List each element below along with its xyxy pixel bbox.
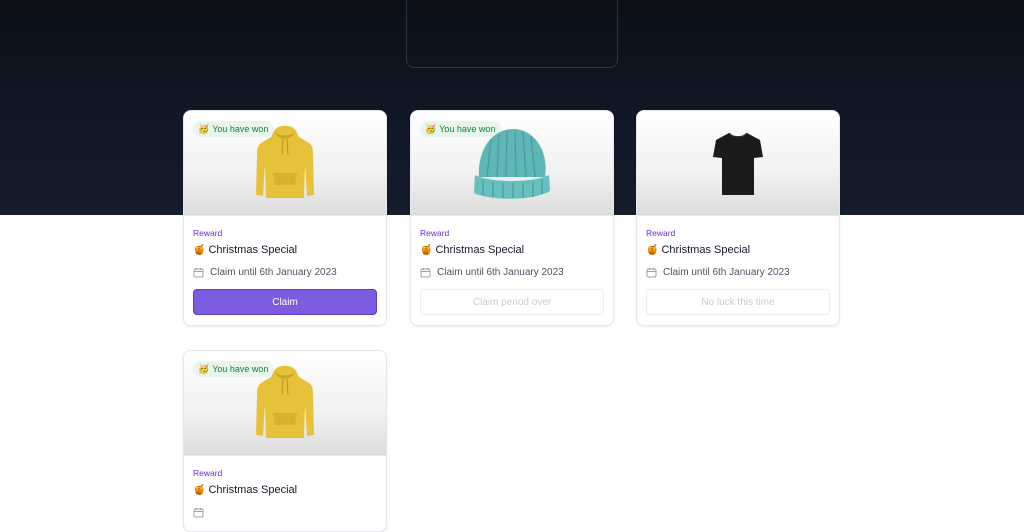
party-emoji: 🥳 xyxy=(198,364,210,374)
claim-deadline: Claim until 6th January 2023 xyxy=(193,267,377,278)
party-emoji: 🥳 xyxy=(425,124,437,134)
tshirt-icon xyxy=(713,132,763,195)
reward-title-text: Christmas Special xyxy=(661,244,751,256)
honey-pot-icon: 🍯 xyxy=(193,244,206,256)
reward-card: 🥳 You have won Reward 🍯 Christmas Specia… xyxy=(183,350,387,532)
reward-title: 🍯 Christmas Special xyxy=(193,484,377,496)
hero-frame xyxy=(406,0,618,68)
calendar-icon xyxy=(193,268,204,278)
reward-title-text: Christmas Special xyxy=(435,244,525,256)
calendar-icon xyxy=(420,268,431,278)
claim-deadline: Claim until 6th January 2023 xyxy=(420,267,604,278)
product-image xyxy=(637,111,839,216)
claim-deadline: Claim until 6th January 2023 xyxy=(646,267,830,278)
reward-title: 🍯 Christmas Special xyxy=(420,244,604,256)
party-emoji: 🥳 xyxy=(198,124,210,134)
honey-pot-icon: 🍯 xyxy=(420,244,433,256)
honey-pot-icon: 🍯 xyxy=(646,244,659,256)
reward-tag: Reward xyxy=(193,468,223,478)
reward-title: 🍯 Christmas Special xyxy=(193,244,377,256)
claim-deadline-text: Claim until 6th January 2023 xyxy=(663,267,790,278)
claim-button[interactable]: Claim xyxy=(193,289,377,315)
reward-card: 🥳 You have won Reward 🍯 Christmas Specia… xyxy=(183,110,387,326)
hoodie-icon xyxy=(256,125,314,198)
claim-period-over-button: Claim period over xyxy=(420,289,604,315)
reward-tag: Reward xyxy=(420,228,450,238)
hoodie-icon xyxy=(256,365,314,438)
reward-title: 🍯 Christmas Special xyxy=(646,244,830,256)
calendar-icon xyxy=(193,508,204,518)
claim-deadline xyxy=(193,507,377,518)
claim-deadline-text: Claim until 6th January 2023 xyxy=(210,267,337,278)
claim-deadline-text: Claim until 6th January 2023 xyxy=(437,267,564,278)
reward-tag: Reward xyxy=(646,228,676,238)
beanie-icon xyxy=(474,129,550,199)
reward-tag: Reward xyxy=(193,228,223,238)
no-luck-button: No luck this time xyxy=(646,289,830,315)
product-image: 🥳 You have won xyxy=(184,351,386,456)
product-image: 🥳 You have won xyxy=(411,111,613,216)
honey-pot-icon: 🍯 xyxy=(193,484,206,496)
reward-title-text: Christmas Special xyxy=(208,484,298,496)
reward-card: Reward 🍯 Christmas Special Claim until 6… xyxy=(636,110,840,326)
reward-card: 🥳 You have won Reward 🍯 Christmas Specia… xyxy=(410,110,614,326)
product-image: 🥳 You have won xyxy=(184,111,386,216)
calendar-icon xyxy=(646,268,657,278)
reward-title-text: Christmas Special xyxy=(208,244,298,256)
